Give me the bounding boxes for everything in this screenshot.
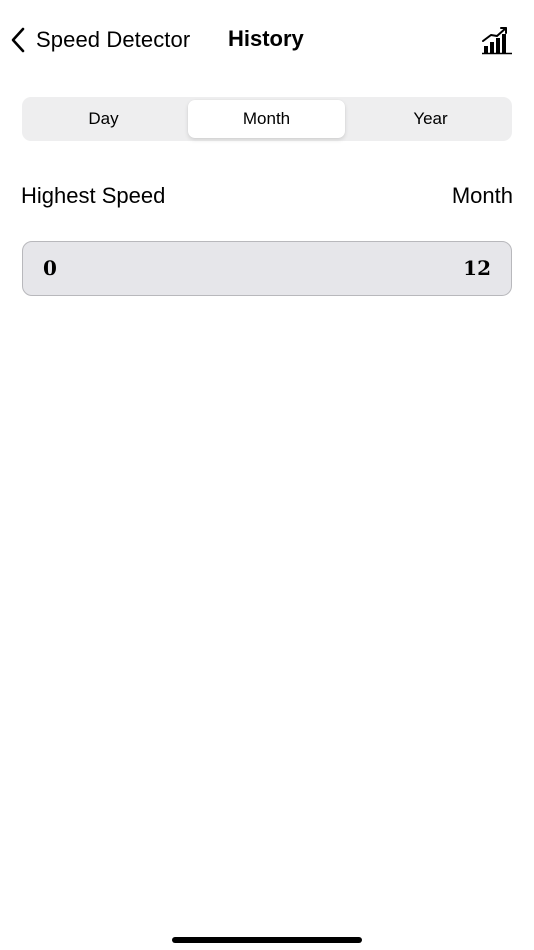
period-segmented-control: Day Month Year xyxy=(22,97,512,141)
segment-year[interactable]: Year xyxy=(349,97,512,141)
section-period: Month xyxy=(451,183,513,208)
chevron-left-icon xyxy=(8,25,28,55)
speed-range-bar: 0 12 xyxy=(22,241,512,296)
range-min-value: 0 xyxy=(43,256,57,280)
section-title: Highest Speed xyxy=(21,183,166,208)
range-max-value: 12 xyxy=(463,256,491,280)
section-header: Highest Speed Month xyxy=(21,183,513,213)
back-button[interactable]: Speed Detector xyxy=(8,22,190,58)
bar-chart-trend-icon xyxy=(480,27,514,60)
home-indicator xyxy=(172,937,362,943)
chart-button[interactable] xyxy=(480,24,514,56)
page-title: History xyxy=(228,26,304,51)
navigation-bar: Speed Detector History xyxy=(0,0,534,80)
segment-day[interactable]: Day xyxy=(22,97,185,141)
segment-month[interactable]: Month xyxy=(188,100,345,138)
back-button-label: Speed Detector xyxy=(36,27,191,52)
